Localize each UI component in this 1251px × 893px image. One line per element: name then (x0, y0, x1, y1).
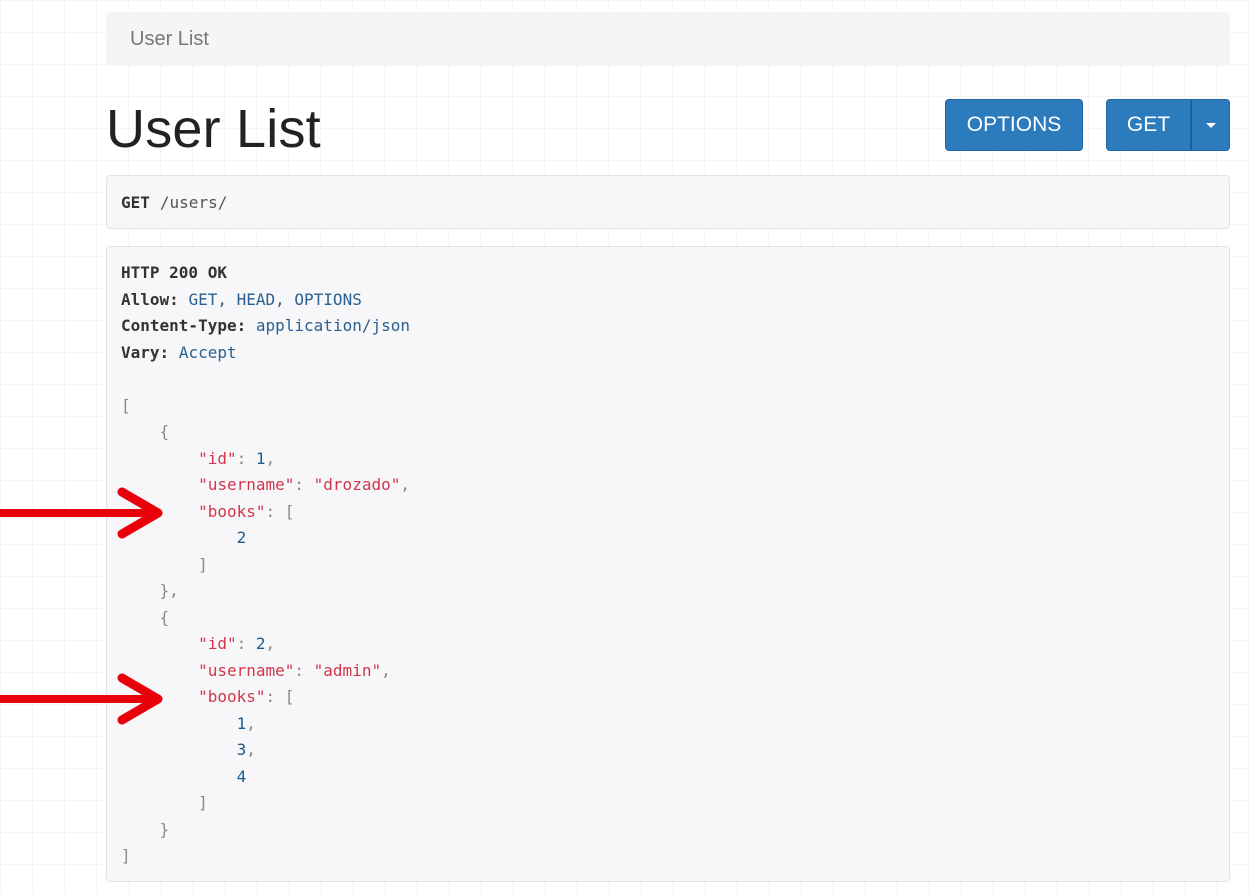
header-value: Accept (178, 342, 237, 362)
json-line: "books": [ (121, 684, 1229, 711)
response-status: HTTP 200 OK (121, 263, 227, 282)
json-array-open: [ (284, 501, 295, 521)
response-content: HTTP 200 OK Allow: GET, HEAD, OPTIONS Cont… (106, 246, 1230, 882)
json-key: "id" (198, 448, 237, 468)
header-key: Vary: (121, 342, 170, 362)
json-number: 1 (255, 448, 266, 468)
json-key: "books" (198, 687, 266, 706)
get-format-dropdown-button[interactable] (1191, 99, 1230, 151)
json-string: "drozado" (313, 475, 401, 494)
options-button[interactable]: OPTIONS (945, 99, 1083, 151)
header-key: Allow: (121, 289, 179, 309)
annotation-arrow-icon (0, 487, 163, 539)
json-line: ] (121, 552, 1229, 579)
json-colon: : (265, 501, 285, 521)
json-line: "username": "drozado", (121, 472, 1229, 499)
json-array-close: ] (121, 846, 131, 865)
request-method: GET (121, 192, 150, 212)
json-line: "id": 2, (121, 631, 1229, 658)
request-path: /users/ (159, 192, 228, 212)
json-number: 1 (236, 713, 247, 733)
json-array-close: ] (198, 793, 208, 812)
json-line: 3, (121, 737, 1229, 764)
json-line: { (121, 419, 1229, 446)
response-header: Vary: Accept (121, 340, 1229, 367)
json-array-open: [ (121, 395, 131, 415)
json-line: ] (121, 843, 1229, 870)
json-line: ] (121, 790, 1229, 817)
get-button-group: GET (1106, 99, 1230, 151)
json-string: "admin" (313, 660, 382, 680)
json-line: "books": [ (121, 499, 1229, 526)
json-line: "id": 1, (121, 446, 1229, 473)
json-line: 1, (121, 711, 1229, 738)
json-line: { (121, 605, 1229, 632)
annotation-arrow-icon (0, 673, 163, 725)
json-comma: , (265, 634, 276, 653)
json-number: 2 (236, 528, 247, 547)
breadcrumb-item-user-list[interactable]: User List (130, 28, 209, 51)
json-colon: : (294, 660, 314, 680)
json-line: "username": "admin", (121, 658, 1229, 685)
json-colon: : (294, 475, 314, 494)
json-colon: : (236, 448, 256, 468)
json-comma: , (246, 713, 256, 733)
json-number: 4 (236, 766, 247, 786)
response-header: Allow: GET, HEAD, OPTIONS (121, 287, 1229, 314)
json-object-close: } (159, 819, 170, 839)
json-comma: , (246, 740, 256, 759)
json-line: } (121, 817, 1229, 844)
json-object-close: }, (159, 581, 179, 600)
json-comma: , (381, 660, 391, 680)
json-object-open: { (159, 607, 170, 627)
json-array-open: [ (284, 687, 295, 706)
json-number: 2 (255, 634, 266, 653)
request-info: GET /users/ (106, 175, 1230, 229)
json-line: 2 (121, 525, 1229, 552)
breadcrumb: User List (106, 12, 1230, 66)
json-key: "books" (198, 501, 266, 521)
json-line: 4 (121, 764, 1229, 791)
response-header: Content-Type: application/json (121, 313, 1229, 340)
json-comma: , (265, 448, 276, 468)
json-key: "username" (198, 475, 295, 494)
json-colon: : (265, 687, 285, 706)
header-value: application/json (255, 316, 410, 335)
json-key: "username" (198, 660, 295, 680)
json-line: [ (121, 393, 1229, 420)
json-number: 3 (236, 740, 247, 759)
json-key: "id" (198, 634, 237, 653)
page-title: User List (106, 99, 321, 159)
json-array-close: ] (198, 554, 208, 574)
json-line: }, (121, 578, 1229, 605)
json-colon: : (236, 634, 256, 653)
caret-down-icon (1205, 122, 1216, 128)
get-button[interactable]: GET (1106, 99, 1191, 151)
json-object-open: { (159, 422, 170, 441)
header-key: Content-Type: (121, 316, 247, 335)
json-comma: , (400, 475, 410, 494)
header-value: GET, HEAD, OPTIONS (188, 289, 362, 309)
